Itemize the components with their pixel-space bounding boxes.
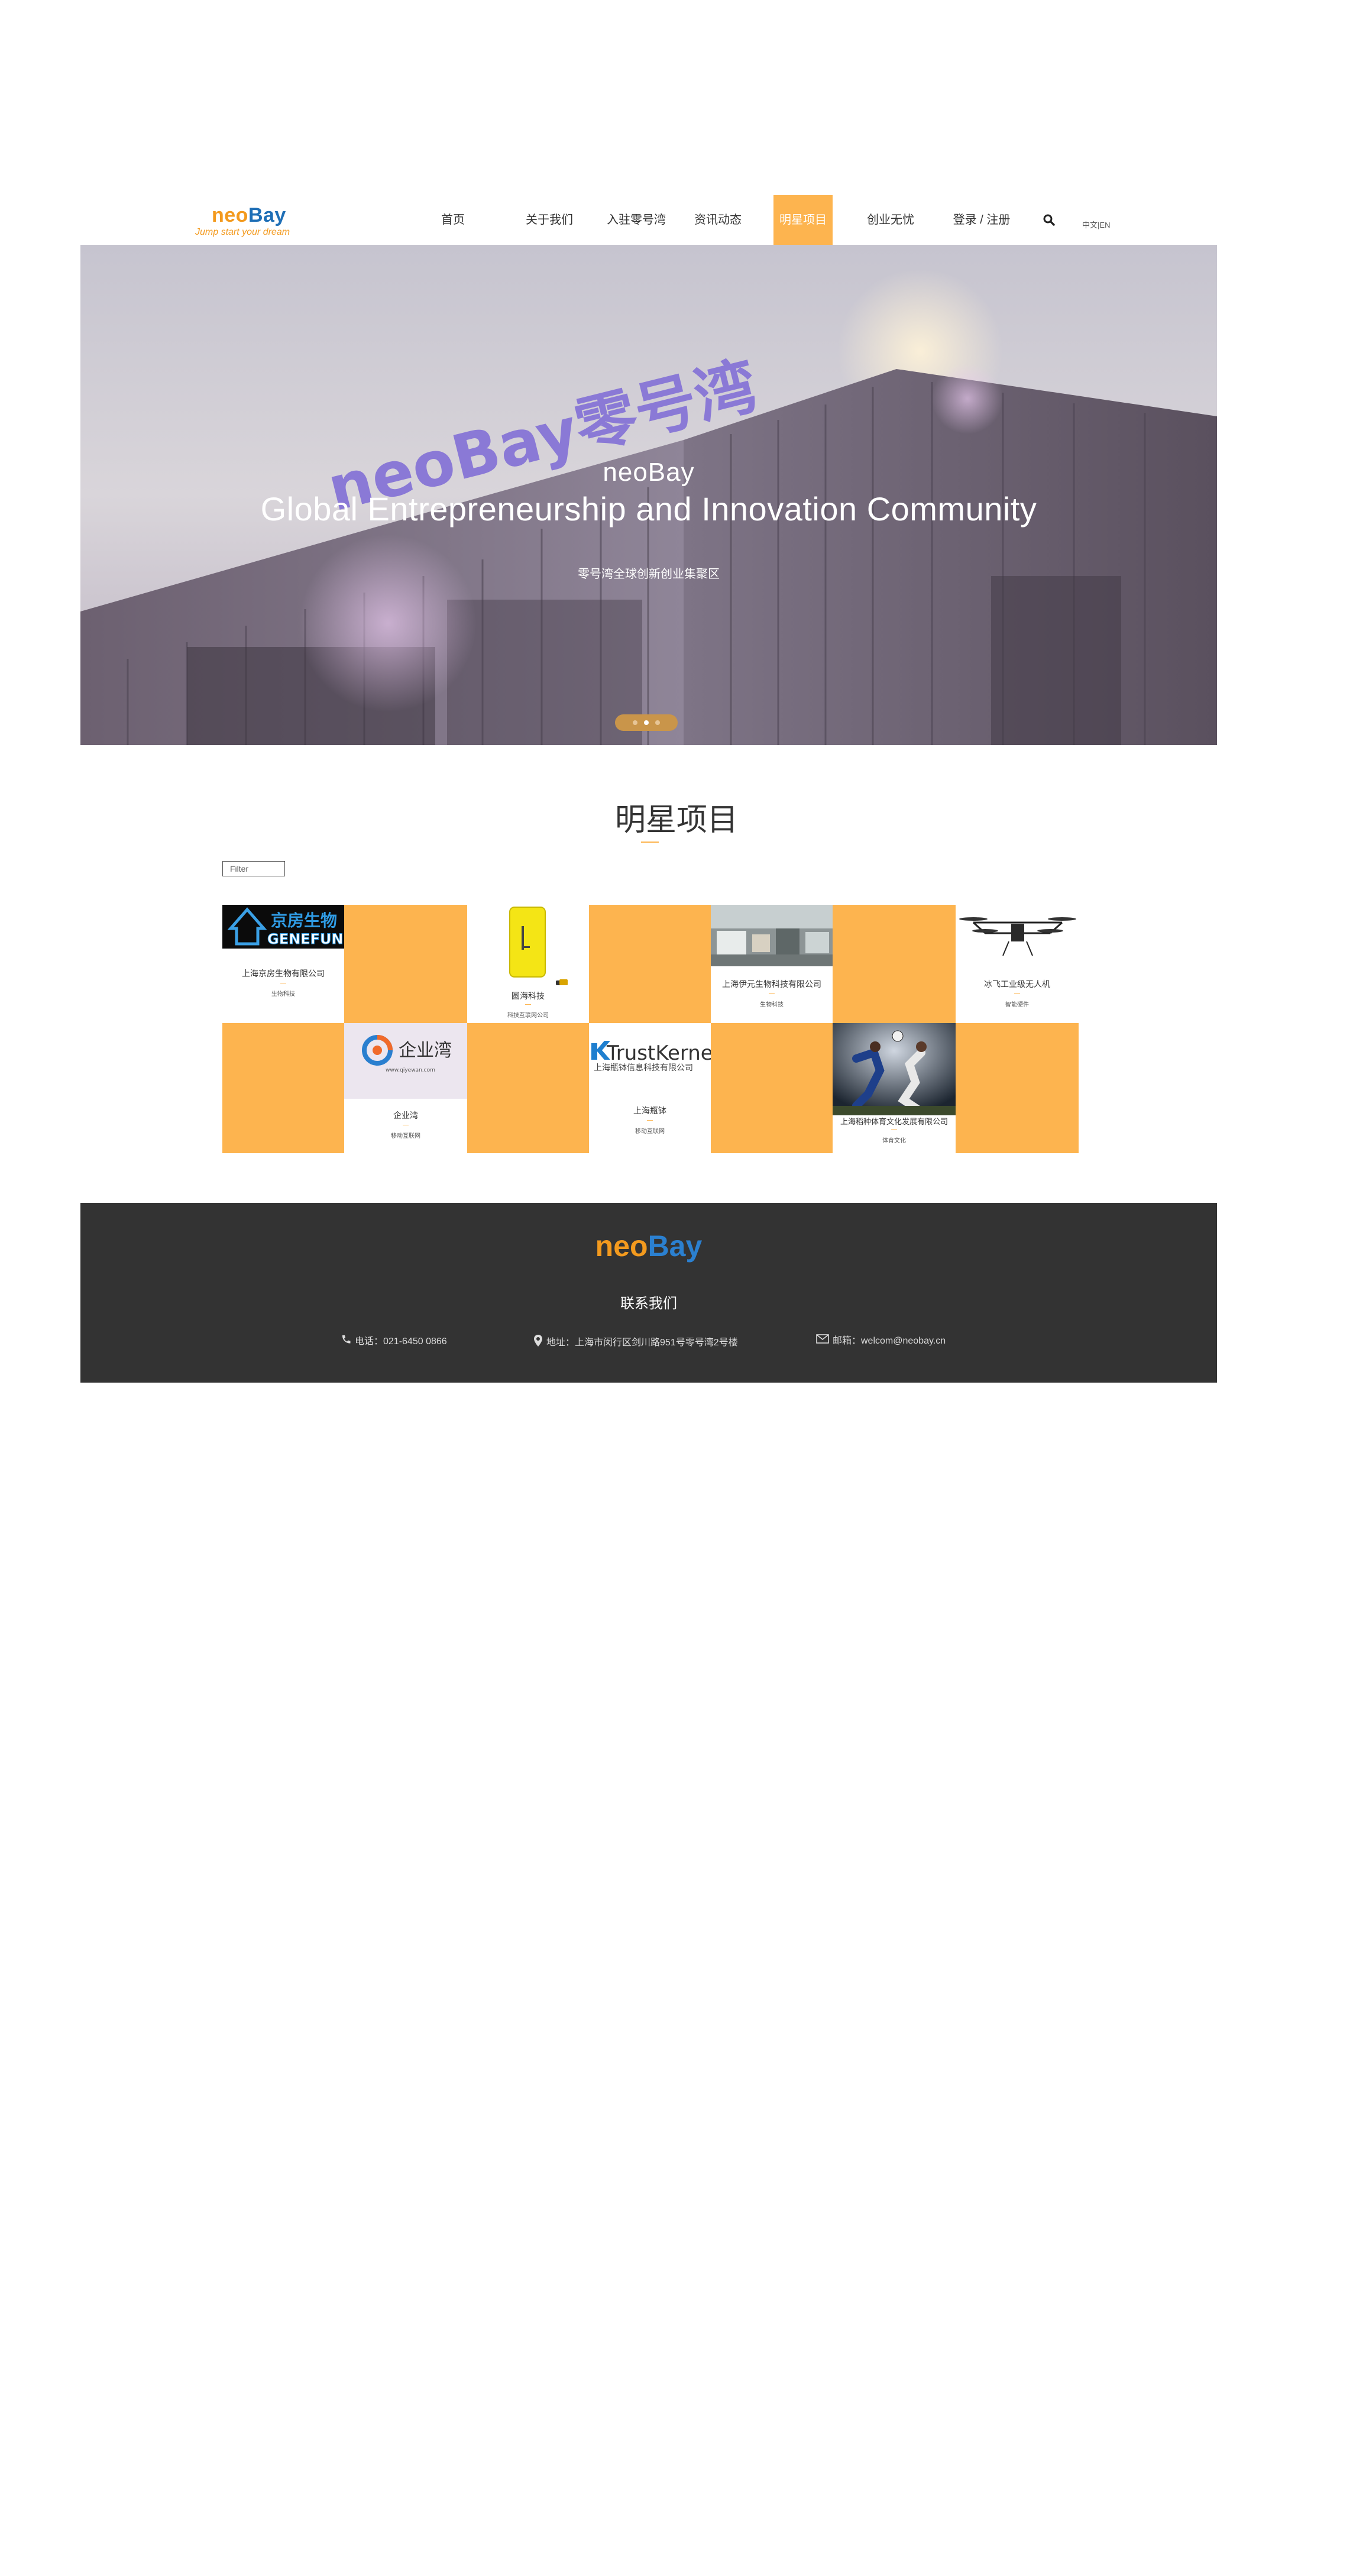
footer-logo-neo: neo [595, 1229, 648, 1263]
project-name: 冰飞工业级无人机 [984, 979, 1050, 989]
project-logo: 京房生物 GENEFUND [222, 905, 344, 949]
project-divider [647, 1120, 653, 1121]
project-name: 上海伊元生物科技有限公司 [722, 979, 821, 989]
grid-filler [222, 1023, 344, 1153]
mail-icon [816, 1334, 829, 1348]
banner-subtitle: 零号湾全球创新创业集聚区 [578, 568, 720, 581]
footer-logo[interactable]: neoBay [80, 1229, 1217, 1263]
location-pin-icon [533, 1334, 543, 1352]
project-name: 企业湾 [393, 1111, 418, 1120]
footer-phone-text: 电话：021-6450 0866 [355, 1336, 447, 1347]
nav-item-home[interactable]: 首页 [423, 195, 483, 245]
project-tag: 生物科技 [760, 1002, 784, 1008]
projects-grid: 京房生物 GENEFUND 上海京房生物有限公司 生物科技 圆海科技 科技互联网… [222, 905, 1079, 1153]
project-image [833, 1023, 956, 1115]
project-image [467, 905, 589, 988]
grid-filler [956, 1023, 1079, 1153]
footer-address-text: 地址：上海市闵行区剑川路951号零号湾2号楼 [546, 1338, 738, 1348]
grid-filler [833, 905, 956, 1023]
project-card[interactable]: TrustKernel 上海瓶钵信息科技有限公司 上海瓶钵 移动互联网 [589, 1023, 711, 1153]
svg-text:GENEFUND: GENEFUND [267, 931, 344, 947]
svg-text:www.qiyewan.com: www.qiyewan.com [386, 1067, 435, 1073]
project-divider [1014, 993, 1020, 994]
project-tag: 生物科技 [271, 991, 295, 998]
phone-icon [341, 1334, 351, 1350]
project-card[interactable]: 圆海科技 科技互联网公司 [467, 905, 589, 1023]
project-card[interactable]: 京房生物 GENEFUND 上海京房生物有限公司 生物科技 [222, 905, 344, 1023]
search-icon[interactable] [1042, 213, 1056, 227]
svg-text:TrustKernel: TrustKernel [606, 1041, 711, 1065]
slider-dot-active[interactable] [644, 720, 649, 725]
project-name: 上海瓶钵 [633, 1106, 666, 1115]
nav-item-about[interactable]: 关于我们 [517, 195, 582, 245]
slider-dot[interactable] [633, 720, 637, 725]
filter-input[interactable]: Filter [222, 861, 285, 876]
nav-item-join[interactable]: 入驻零号湾 [602, 195, 671, 245]
nav-item-startup-service[interactable]: 创业无忧 [860, 195, 921, 245]
project-tag: 智能硬件 [1005, 1002, 1029, 1008]
project-name: 上海稻种体育文化发展有限公司 [840, 1117, 948, 1126]
hero-banner[interactable]: neoBay零号湾 neoBay Global Entrepreneurship… [80, 245, 1217, 745]
footer-contact-title: 联系我们 [620, 1296, 677, 1312]
project-card[interactable]: 冰飞工业级无人机 智能硬件 [956, 905, 1079, 1023]
project-name: 圆海科技 [512, 991, 545, 1001]
project-tag: 科技互联网公司 [507, 1012, 549, 1019]
footer-email-text[interactable]: 邮箱：welcom@neobay.cn [833, 1336, 946, 1346]
lang-zh[interactable]: 中文 [1082, 221, 1098, 229]
lang-en[interactable]: EN [1099, 221, 1110, 229]
project-divider [769, 993, 775, 994]
slider-dot[interactable] [655, 720, 660, 725]
grid-filler [589, 905, 711, 1023]
banner-brand: neoBay [603, 458, 695, 487]
nav-item-login-register[interactable]: 登录 / 注册 [945, 195, 1018, 245]
project-logo: 企业湾 www.qiyewan.com [344, 1023, 467, 1099]
banner-title: Global Entrepreneurship and Innovation C… [260, 490, 1037, 528]
footer-address: 地址：上海市闵行区剑川路951号零号湾2号楼 [533, 1334, 738, 1348]
grid-filler [711, 1023, 833, 1153]
language-switch: 中文|EN [1082, 219, 1110, 230]
footer-email: 邮箱：welcom@neobay.cn [816, 1334, 946, 1348]
project-tag: 移动互联网 [391, 1133, 420, 1140]
section-title-star-projects: 明星项目 [614, 803, 738, 837]
site-header: neoBay Jump start your dream 首页 关于我们 入驻零… [80, 195, 1216, 245]
project-card[interactable]: 企业湾 www.qiyewan.com 企业湾 移动互联网 [344, 1023, 467, 1153]
project-divider [525, 1004, 531, 1005]
project-card[interactable]: 上海稻种体育文化发展有限公司 体育文化 [833, 1023, 956, 1153]
project-tag: 体育文化 [882, 1138, 906, 1144]
project-card[interactable]: 上海伊元生物科技有限公司 生物科技 [711, 905, 833, 1023]
title-underline [641, 842, 659, 843]
project-tag: 移动互联网 [635, 1128, 665, 1135]
nav-item-news[interactable]: 资讯动态 [687, 195, 749, 245]
project-logo: TrustKernel 上海瓶钵信息科技有限公司 [589, 1023, 711, 1076]
footer-phone: 电话：021-6450 0866 [341, 1334, 447, 1348]
nav-item-star-projects[interactable]: 明星项目 [773, 195, 833, 245]
slider-pagination [615, 714, 678, 731]
svg-text:企业湾: 企业湾 [399, 1040, 452, 1061]
project-image [956, 905, 1079, 966]
site-footer: neoBay 联系我们 电话：021-6450 0866 地址：上海市闵行区剑川… [80, 1203, 1217, 1383]
project-image [711, 905, 833, 966]
grid-filler [344, 905, 467, 1023]
grid-filler [467, 1023, 589, 1153]
svg-text:上海瓶钵信息科技有限公司: 上海瓶钵信息科技有限公司 [594, 1063, 693, 1073]
project-name: 上海京房生物有限公司 [242, 969, 325, 978]
main-nav: 首页 关于我们 入驻零号湾 资讯动态 明星项目 创业无忧 登录 / 注册 中文|… [80, 195, 1216, 245]
footer-logo-bay: Bay [648, 1229, 703, 1263]
svg-text:京房生物: 京房生物 [271, 911, 337, 930]
